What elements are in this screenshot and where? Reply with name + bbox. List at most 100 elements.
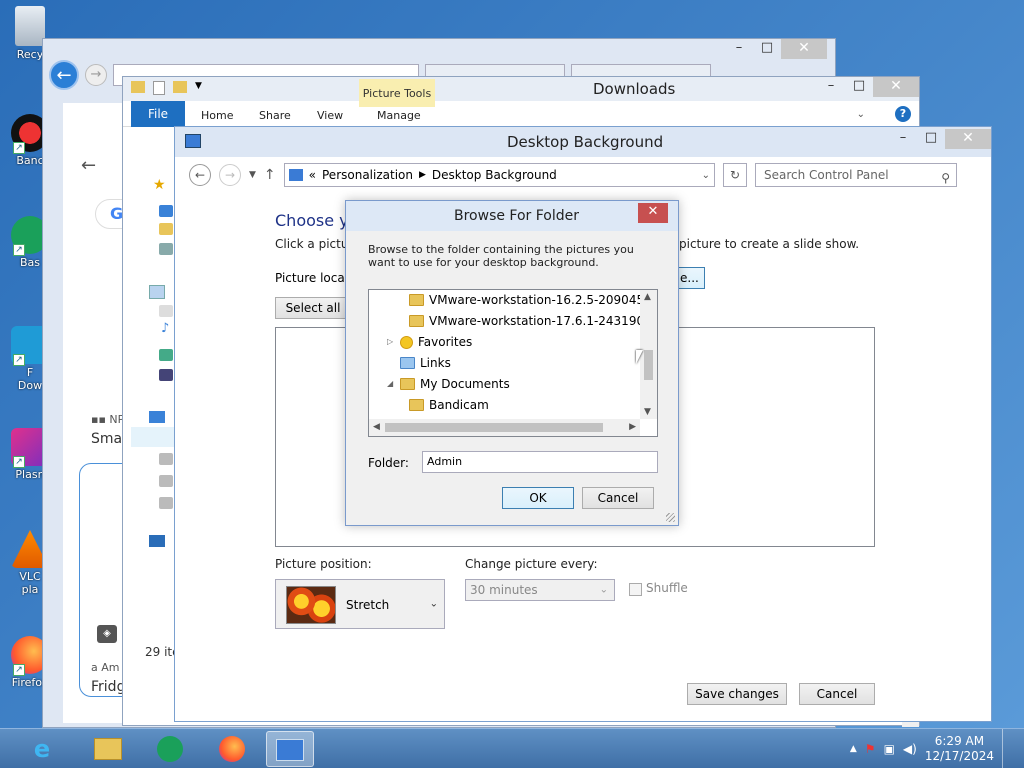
libraries-icon[interactable] xyxy=(149,285,165,299)
folder-tree[interactable]: VMware-workstation-16.2.5-20904516.ex VM… xyxy=(368,289,658,437)
close-button[interactable]: ✕ xyxy=(638,203,668,223)
breadcrumb-desktop-background[interactable]: Desktop Background xyxy=(432,168,557,182)
maximize-button[interactable]: □ xyxy=(845,77,873,97)
cp-titlebar: Desktop Background – □ ✕ xyxy=(175,127,991,157)
scroll-thumb[interactable] xyxy=(644,350,653,380)
nav-item-icon[interactable] xyxy=(159,205,173,217)
tree-item-label: VMware-workstation-16.2.5-20904516.ex xyxy=(429,293,658,307)
scroll-thumb[interactable] xyxy=(385,423,603,432)
taskbar-app-button[interactable] xyxy=(146,731,194,767)
address-bar[interactable]: « Personalization ▶ Desktop Background ⌄ xyxy=(283,163,715,187)
maximize-button[interactable]: □ xyxy=(753,39,781,59)
drive-icon[interactable] xyxy=(159,497,173,509)
scroll-right-icon[interactable]: ▶ xyxy=(629,422,636,432)
drive-icon[interactable] xyxy=(159,475,173,487)
tree-item[interactable]: ◢ My Documents xyxy=(387,374,510,394)
tree-item[interactable]: Links xyxy=(400,353,451,373)
chevron-down-icon[interactable]: ▼ xyxy=(195,81,202,95)
tab-share[interactable]: Share xyxy=(259,109,291,122)
minimize-button[interactable]: – xyxy=(817,77,845,97)
breadcrumb-overflow[interactable]: « xyxy=(309,168,316,182)
change-every-value: 30 minutes xyxy=(470,583,538,597)
select-all-button[interactable]: Select all xyxy=(275,297,351,319)
caption-buttons: – □ ✕ xyxy=(889,129,991,149)
nav-item-icon[interactable] xyxy=(159,243,173,255)
music-icon[interactable]: ♪ xyxy=(161,321,169,336)
scroll-down-icon[interactable]: ▼ xyxy=(644,407,651,417)
taskbar-firefox-button[interactable] xyxy=(208,731,256,767)
refresh-icon[interactable]: ↻ xyxy=(723,163,747,187)
page-back-icon[interactable]: ← xyxy=(81,155,96,176)
ribbon-expand-icon[interactable]: ⌄ xyxy=(857,109,865,120)
shuffle-checkbox[interactable] xyxy=(629,583,642,596)
maximize-button[interactable]: □ xyxy=(917,129,945,149)
close-button[interactable]: ✕ xyxy=(873,77,919,97)
tree-item[interactable]: ▷ Favorites xyxy=(387,332,472,352)
tab-home[interactable]: Home xyxy=(201,109,233,122)
back-button[interactable]: ← xyxy=(189,164,211,186)
taskbar-explorer-button[interactable] xyxy=(84,731,132,767)
expand-icon[interactable]: ▷ xyxy=(387,332,395,352)
taskbar-ie-button[interactable]: e xyxy=(18,731,66,767)
collapse-icon[interactable]: ◢ xyxy=(387,374,395,394)
save-changes-button[interactable]: Save changes xyxy=(687,683,787,705)
contextual-tab-group: Picture Tools xyxy=(359,79,435,107)
computer-icon[interactable] xyxy=(149,411,165,423)
change-every-label: Change picture every: xyxy=(465,557,598,571)
favorites-icon[interactable]: ★ xyxy=(153,177,166,193)
folder-input[interactable]: Admin xyxy=(422,451,658,473)
links-folder-icon xyxy=(400,357,415,369)
cancel-button[interactable]: Cancel xyxy=(582,487,654,509)
nav-item-icon[interactable] xyxy=(159,305,173,317)
resize-grip[interactable] xyxy=(666,513,675,522)
nav-item-icon[interactable] xyxy=(159,369,173,381)
tab-file[interactable]: File xyxy=(131,101,185,127)
nav-item-icon[interactable] xyxy=(159,349,173,361)
search-input[interactable]: Search Control Panel ⚲ xyxy=(755,163,957,187)
scroll-left-icon[interactable]: ◀ xyxy=(373,422,380,432)
ribbon-tabs: Picture Tools File Home Share View Manag… xyxy=(123,79,919,127)
navigation-pane: ★ ♪ xyxy=(131,127,179,665)
show-hidden-icons-icon[interactable]: ▲ xyxy=(850,744,857,754)
tree-item[interactable]: VMware-workstation-17.6.1-24319023.ex xyxy=(409,311,657,331)
up-icon[interactable]: ↑ xyxy=(264,167,276,183)
change-every-select[interactable]: 30 minutes ⌄ xyxy=(465,579,615,601)
ok-button[interactable]: OK xyxy=(502,487,574,509)
forward-button[interactable]: → xyxy=(85,64,107,86)
nav-item-icon[interactable] xyxy=(159,223,173,235)
help-icon[interactable]: ? xyxy=(895,106,911,122)
tab-view[interactable]: View xyxy=(317,109,343,122)
picture-position-select[interactable]: Stretch ⌄ xyxy=(275,579,445,629)
tree-item[interactable]: Bandicam xyxy=(409,395,489,415)
chevron-down-icon[interactable]: ⌄ xyxy=(702,170,710,181)
minimize-button[interactable]: – xyxy=(889,129,917,149)
search-icon[interactable]: ⚲ xyxy=(941,167,950,189)
drive-icon[interactable] xyxy=(159,453,173,465)
nav-item-selected[interactable] xyxy=(131,427,179,447)
intro-text-continued: picture to create a slide show. xyxy=(679,237,860,251)
tab-manage[interactable]: Manage xyxy=(377,109,421,122)
network-icon[interactable]: ▣ xyxy=(884,742,895,756)
tree-item[interactable]: VMware-workstation-16.2.5-20904516.ex xyxy=(409,290,658,310)
breadcrumb-personalization[interactable]: Personalization xyxy=(322,168,413,182)
minimize-button[interactable]: – xyxy=(725,39,753,59)
forward-button[interactable]: → xyxy=(219,164,241,186)
folder-icon[interactable] xyxy=(131,81,145,93)
recent-locations-icon[interactable]: ▼ xyxy=(249,170,256,180)
address-row: ← → ▼ ↑ « Personalization ▶ Desktop Back… xyxy=(189,161,957,189)
scroll-up-icon[interactable]: ▲ xyxy=(644,292,651,302)
new-folder-icon[interactable] xyxy=(173,81,187,93)
cancel-button[interactable]: Cancel xyxy=(799,683,875,705)
show-desktop-button[interactable] xyxy=(1002,729,1008,768)
action-center-icon[interactable]: ⚑ xyxy=(865,742,876,756)
properties-icon[interactable] xyxy=(153,81,165,95)
horizontal-scrollbar[interactable]: ◀ ▶ xyxy=(369,419,640,436)
network-icon[interactable] xyxy=(149,535,165,547)
close-button[interactable]: ✕ xyxy=(781,39,827,59)
taskbar-control-panel-button[interactable] xyxy=(266,731,314,767)
close-button[interactable]: ✕ xyxy=(945,129,991,149)
clock[interactable]: 6:29 AM 12/17/2024 xyxy=(925,734,994,764)
volume-icon[interactable]: ◀) xyxy=(903,742,917,756)
folder-icon xyxy=(94,738,122,760)
back-button[interactable]: ← xyxy=(49,60,79,90)
